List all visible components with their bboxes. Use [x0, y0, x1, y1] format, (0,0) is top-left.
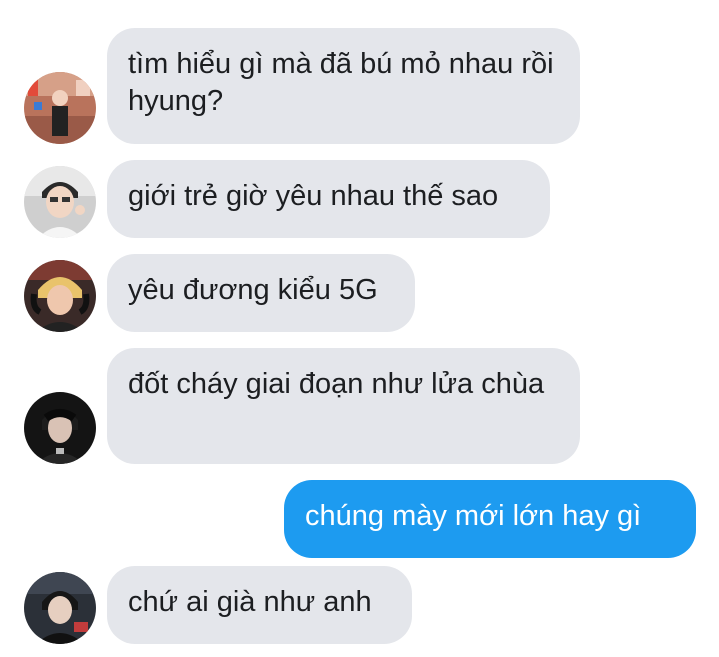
avatar[interactable] [24, 72, 96, 144]
avatar-photo [24, 572, 96, 644]
message-bubble-incoming[interactable]: đốt cháy giai đoạn như lửa chùa [107, 348, 580, 464]
message-bubble-incoming[interactable]: tìm hiểu gì mà đã bú mỏ nhau rồi hyung? [107, 28, 580, 144]
avatar[interactable] [24, 166, 96, 238]
message-bubble-outgoing[interactable]: chúng mày mới lớn hay gì [284, 480, 696, 558]
message-text: yêu đương kiểu 5G [128, 274, 378, 306]
chat-screen: { "messages": [ { "sender": "friend-1", … [0, 0, 719, 657]
message-text: đốt cháy giai đoạn như lửa chùa [128, 368, 545, 400]
message-bubble-incoming[interactable]: giới trẻ giờ yêu nhau thế sao [107, 160, 550, 238]
avatar-photo [24, 72, 96, 144]
avatar-photo [24, 392, 96, 464]
message-text: tìm hiểu gì mà đã bú mỏ nhau rồi hyung? [128, 48, 554, 117]
message-text: chúng mày mới lớn hay gì [305, 500, 642, 532]
message-text: giới trẻ giờ yêu nhau thế sao [128, 180, 499, 212]
message-bubble-incoming[interactable]: yêu đương kiểu 5G [107, 254, 415, 332]
avatar-photo [24, 166, 96, 238]
message-text: chứ ai già như anh [128, 586, 372, 618]
avatar[interactable] [24, 260, 96, 332]
message-bubble-incoming[interactable]: chứ ai già như anh [107, 566, 412, 644]
avatar-photo [24, 260, 96, 332]
avatar[interactable] [24, 572, 96, 644]
avatar[interactable] [24, 392, 96, 464]
